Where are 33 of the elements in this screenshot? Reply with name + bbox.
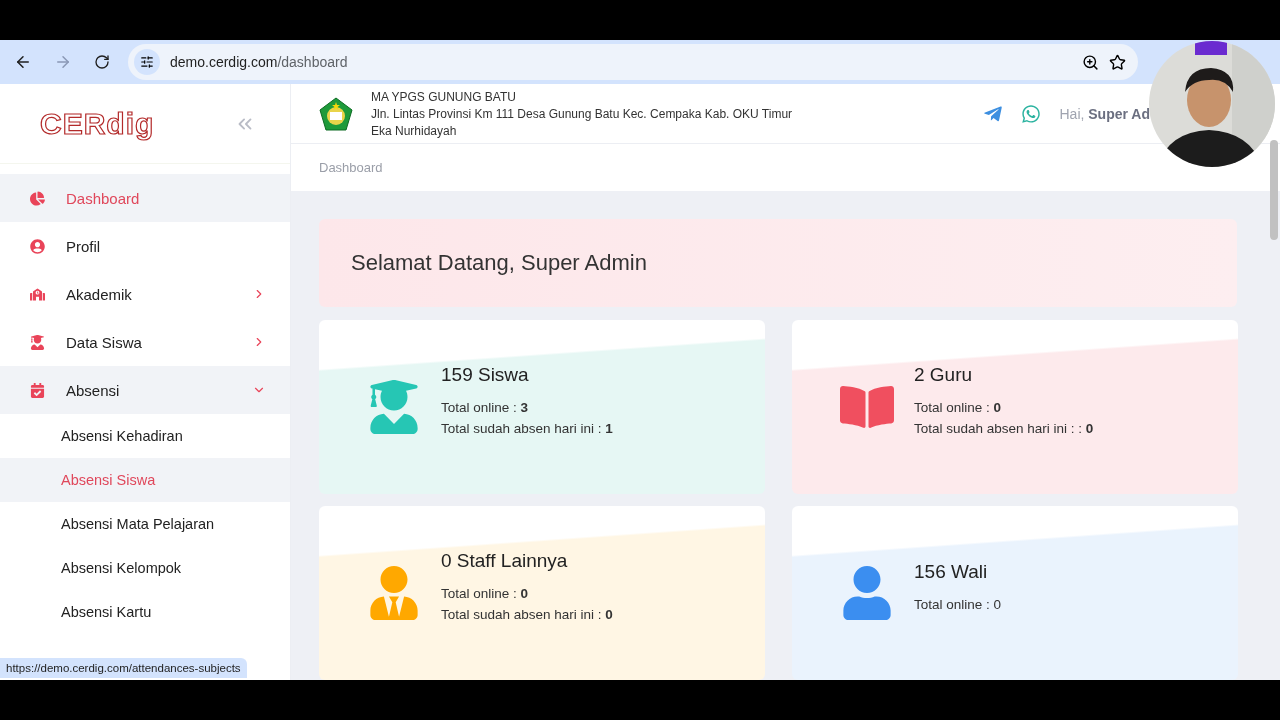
- bookmark-star-icon[interactable]: [1109, 53, 1126, 71]
- school-name: MA YPGS GUNUNG BATU: [371, 89, 517, 104]
- card-stat: Total online : 3: [441, 400, 530, 415]
- logo: CERdig: [40, 106, 155, 141]
- submenu-item[interactable]: Absensi Siswa: [0, 458, 290, 502]
- school-emblem-icon: [319, 96, 353, 131]
- user-greeting[interactable]: Hai, Super Ad: [1059, 105, 1150, 122]
- card-stat: Total sudah absen hari ini : 1: [441, 421, 613, 436]
- sidebar-item[interactable]: Dashboard: [0, 174, 290, 222]
- zoom-icon[interactable]: [1082, 53, 1099, 71]
- user-icon: [840, 566, 894, 620]
- scrollbar-thumb[interactable]: [1270, 140, 1278, 240]
- sidebar-item[interactable]: Absensi: [0, 366, 290, 414]
- school-address: Jln. Lintas Provinsi Km 111 Desa Gunung Batu Kec. Cempaka Kab. OKU Timur: [371, 106, 794, 121]
- card-stat: Total online : 0: [914, 596, 1002, 612]
- card-stat: Total online : 0: [441, 586, 530, 601]
- card-title: 156 Wali: [914, 560, 989, 583]
- status-url-tooltip: https://demo.cerdig.com/attendances-subjects: [0, 658, 247, 678]
- card-stat: Total online : 0: [914, 400, 1003, 415]
- welcome-title: Selamat Datang, Super Admin: [351, 250, 647, 276]
- forward-arrow-icon: [54, 53, 72, 71]
- card-title: 159 Siswa: [441, 364, 530, 386]
- card-title: 0 Staff Lainnya: [441, 550, 569, 572]
- card-stat: Total sudah absen hari ini : : 0: [914, 421, 1094, 436]
- person-tie-icon: [367, 566, 421, 620]
- address-bar[interactable]: demo.cerdig.com/dashboard: [128, 44, 1138, 80]
- reload-icon: [94, 54, 110, 70]
- card-stat: Total sudah absen hari ini : 0: [441, 607, 613, 622]
- principal-name: Eka Nurhidayah: [371, 123, 458, 138]
- card-title: 2 Guru: [914, 364, 974, 386]
- site-settings-icon[interactable]: [134, 49, 160, 75]
- whatsapp-icon[interactable]: [1021, 103, 1042, 124]
- graduate-icon: [367, 380, 421, 434]
